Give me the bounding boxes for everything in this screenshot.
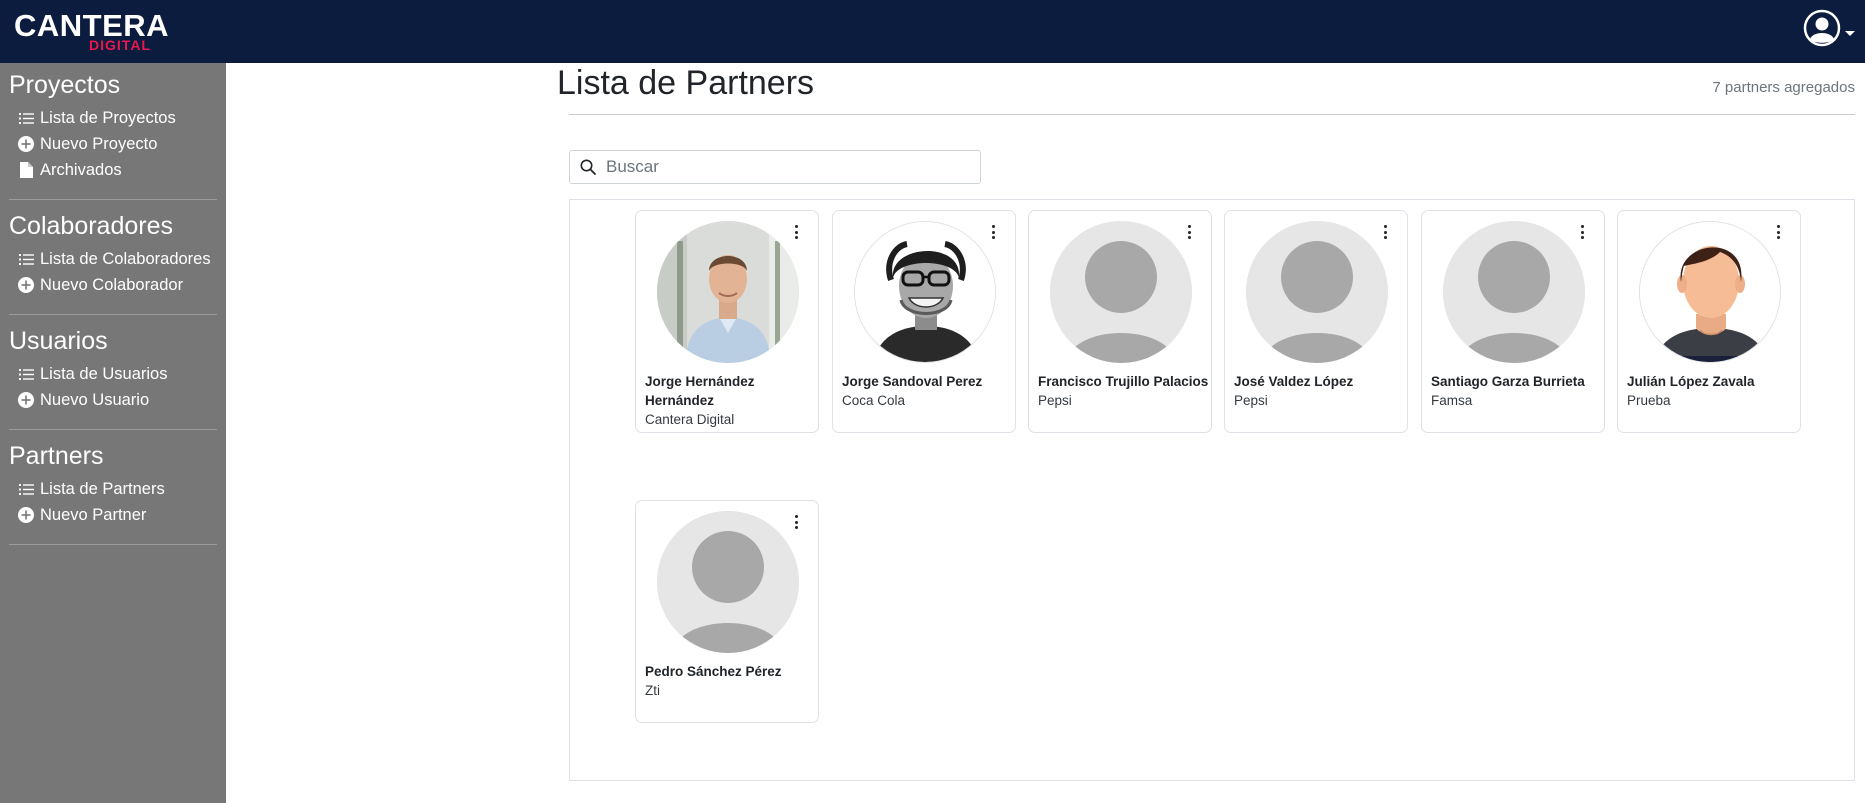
user-menu-button[interactable] [1803,9,1855,49]
partner-card[interactable]: Jorge Sandoval Perez Coca Cola [832,210,1016,433]
partner-name: Francisco Trujillo Palacios [1038,374,1209,389]
partners-grid: Jorge Hernández Hernández Cantera Digita… [569,199,1855,781]
default-avatar-icon [657,511,799,653]
sidebar-item-label: Nuevo Colaborador [40,275,184,294]
plus-circle-icon [18,507,34,523]
partner-card[interactable]: Jorge Hernández Hernández Cantera Digita… [635,210,819,433]
sidebar-divider [9,314,217,315]
more-options-icon[interactable] [1379,223,1391,241]
illustrated-man-avatar [1639,221,1781,363]
more-options-icon[interactable] [1183,223,1195,241]
sidebar-item-label: Nuevo Partner [40,505,147,524]
title-divider [569,114,1855,115]
plus-circle-icon [18,136,34,152]
chevron-down-icon [1845,31,1855,36]
file-icon [18,162,34,178]
partner-company: Prueba [1627,393,1671,408]
sidebar-section-title: Usuarios [9,327,108,355]
partner-card[interactable]: Julián López Zavala Prueba [1617,210,1801,433]
partner-company: Zti [645,683,660,698]
partner-card[interactable]: Santiago Garza Burrieta Famsa [1421,210,1605,433]
search-box [569,150,981,184]
partner-photo [657,221,799,363]
sidebar-item-label: Archivados [40,160,122,179]
sidebar-section-usuarios: Usuarios Lista de Usuarios Nuevo Usuario [9,319,217,430]
partner-company: Pepsi [1038,393,1072,408]
sidebar-item-lista-colaboradores[interactable]: Lista de Colaboradores [9,246,217,272]
partner-card[interactable]: José Valdez López Pepsi [1224,210,1408,433]
search-input[interactable] [606,157,966,177]
sidebar-divider [9,429,217,430]
more-options-icon[interactable] [987,223,999,241]
page-title: Lista de Partners [557,64,815,102]
list-icon [18,110,34,126]
more-options-icon[interactable] [790,513,802,531]
partner-card[interactable]: Francisco Trujillo Palacios Pepsi [1028,210,1212,433]
partner-name: José Valdez López [1234,374,1354,389]
sidebar-item-lista-proyectos[interactable]: Lista de Proyectos [9,105,217,131]
logo-sub-text: DIGITAL [89,37,151,53]
partner-company: Pepsi [1234,393,1268,408]
main-content: Lista de Partners 7 partners agregados B… [557,63,1855,803]
user-circle-icon [1803,9,1841,47]
more-options-icon[interactable] [1772,223,1784,241]
partners-count: 7 partners agregados [1712,79,1855,96]
sidebar-item-label: Lista de Partners [40,479,165,498]
default-avatar-icon [1050,221,1192,363]
sidebar-item-label: Nuevo Usuario [40,390,150,409]
sidebar-section-title: Partners [9,442,104,470]
default-avatar-icon [1443,221,1585,363]
sidebar-item-nuevo-partner[interactable]: Nuevo Partner [9,502,217,528]
sidebar-divider [9,199,217,200]
partner-company: Coca Cola [842,393,906,408]
sidebar-item-lista-usuarios[interactable]: Lista de Usuarios [9,361,217,387]
plus-circle-icon [18,392,34,408]
list-icon [18,481,34,497]
sidebar-section-title: Proyectos [9,71,121,99]
sidebar-item-label: Lista de Colaboradores [40,249,211,268]
sidebar-section-proyectos: Proyectos Lista de Proyectos Nuevo Proye… [9,63,217,200]
list-icon [18,366,34,382]
sidebar-item-label: Lista de Usuarios [40,364,168,383]
sidebar-item-label: Nuevo Proyecto [40,134,158,153]
sidebar-item-nuevo-proyecto[interactable]: Nuevo Proyecto [9,131,217,157]
sidebar-section-colaboradores: Colaboradores Lista de Colaboradores Nue… [9,204,217,315]
sidebar-item-nuevo-usuario[interactable]: Nuevo Usuario [9,387,217,413]
more-options-icon[interactable] [790,223,802,241]
sidebar-item-label: Lista de Proyectos [40,108,176,127]
partner-name: Jorge Hernández Hernández [645,374,755,408]
sidebar-item-nuevo-colaborador[interactable]: Nuevo Colaborador [9,272,217,298]
list-icon [18,251,34,267]
partner-photo [854,221,996,363]
sidebar-section-partners: Partners Lista de Partners Nuevo Partner [9,434,217,545]
partner-name: Jorge Sandoval Perez [842,374,983,389]
cantera-logo[interactable]: CANTERA DIGITAL [14,10,169,54]
top-navbar: CANTERA DIGITAL [0,0,1865,63]
plus-circle-icon [18,277,34,293]
partner-name: Pedro Sánchez Pérez [645,664,782,679]
sidebar-divider [9,544,217,545]
more-options-icon[interactable] [1576,223,1588,241]
partner-card[interactable]: Pedro Sánchez Pérez Zti [635,500,819,723]
sidebar-section-title: Colaboradores [9,212,173,240]
partner-name: Santiago Garza Burrieta [1431,374,1585,389]
partner-company: Cantera Digital [645,412,735,427]
sidebar-item-lista-partners[interactable]: Lista de Partners [9,476,217,502]
default-avatar-icon [1246,221,1388,363]
partner-name: Julián López Zavala [1627,374,1755,389]
sidebar: Proyectos Lista de Proyectos Nuevo Proye… [0,63,226,803]
search-icon [570,151,606,183]
partner-company: Famsa [1431,393,1473,408]
sidebar-item-archivados[interactable]: Archivados [9,157,217,183]
